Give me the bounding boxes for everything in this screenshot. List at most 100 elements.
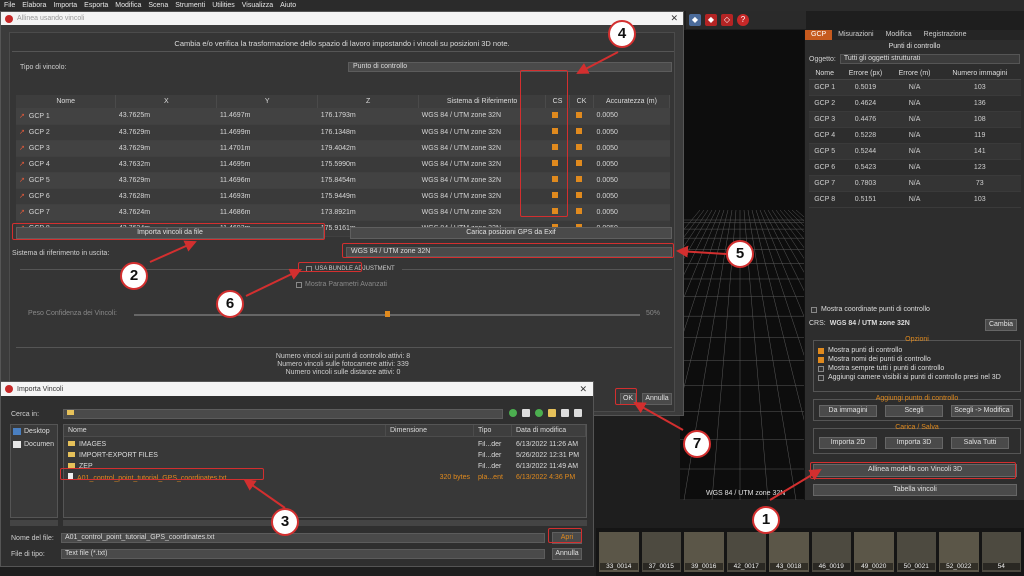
menu-scena[interactable]: Scena bbox=[148, 2, 168, 9]
advanced-params-checkbox[interactable]: Mostra Parametri Avanzati bbox=[296, 281, 387, 288]
load-gps-exif-button[interactable]: Carica posizioni GPS da Exif bbox=[350, 227, 672, 239]
checkbox-box[interactable] bbox=[818, 356, 824, 363]
weight-slider-handle[interactable] bbox=[385, 311, 390, 317]
ck-checkbox[interactable] bbox=[575, 160, 582, 166]
gcp-accuracy-cell[interactable]: 0.0050 bbox=[593, 172, 670, 189]
ck-checkbox[interactable] bbox=[575, 192, 582, 198]
cube-red-icon[interactable]: ◆ bbox=[705, 14, 717, 26]
filmstrip-thumbnail[interactable]: 39_0016 bbox=[684, 532, 724, 572]
column-header[interactable]: Numero immagini bbox=[938, 68, 1021, 80]
filmstrip-thumbnail[interactable]: 50_0021 bbox=[896, 532, 936, 572]
table-row[interactable]: GCP 8 0.5151 N/A 103 bbox=[809, 191, 1021, 208]
gcp-accuracy-cell[interactable]: 0.0050 bbox=[593, 188, 670, 205]
align-model-button[interactable]: Allinea modello con Vincoli 3D bbox=[813, 464, 1017, 477]
table-row[interactable]: ↗ GCP 4 43.7632m 11.4695m 175.5990m WGS 84 / … bbox=[16, 156, 670, 173]
cube-wire-icon[interactable]: ◇ bbox=[721, 14, 733, 26]
filmstrip-thumbnail[interactable]: 42_0017 bbox=[726, 532, 766, 572]
file-column-header[interactable]: Tipo bbox=[474, 425, 512, 436]
table-row[interactable]: GCP 4 0.5228 N/A 119 bbox=[809, 127, 1021, 144]
file-column-header[interactable]: Data di modifica bbox=[512, 425, 586, 436]
cs-checkbox[interactable] bbox=[551, 208, 558, 214]
folder-row[interactable]: ZEP Fil...der 6/13/2022 11:49 AM bbox=[64, 461, 586, 472]
checkbox-box[interactable] bbox=[811, 306, 817, 313]
table-row[interactable]: ↗ GCP 5 43.7629m 11.4696m 175.8454m WGS 84 / … bbox=[16, 172, 670, 189]
column-header[interactable]: Sistema di Riferimento bbox=[418, 95, 547, 108]
ck-checkbox[interactable] bbox=[575, 128, 582, 134]
tab-modifica[interactable]: Modifica bbox=[880, 30, 918, 40]
pick-edit-button[interactable]: Scegli -> Modifica bbox=[951, 405, 1013, 417]
back-icon[interactable] bbox=[509, 409, 517, 417]
folder-row[interactable]: IMAGES Fil...der 6/13/2022 11:26 AM bbox=[64, 439, 586, 450]
import-2d-button[interactable]: Importa 2D bbox=[819, 437, 877, 449]
filename-input[interactable]: A01_control_point_tutorial_GPS_coordinat… bbox=[61, 533, 545, 543]
tab-misurazioni[interactable]: Misurazioni bbox=[832, 30, 879, 40]
detail-view-icon[interactable] bbox=[574, 409, 582, 417]
column-header[interactable]: CK bbox=[569, 95, 594, 108]
list-view-icon[interactable] bbox=[561, 409, 569, 417]
file-list-scrollbar[interactable] bbox=[63, 520, 587, 526]
option-checkbox[interactable]: Mostra sempre tutti i punti di controllo bbox=[814, 364, 1020, 373]
menu-file[interactable]: File bbox=[4, 2, 15, 9]
checkbox-box[interactable] bbox=[818, 365, 824, 372]
table-row[interactable]: ↗ GCP 7 43.7624m 11.4686m 173.8921m WGS 84 / … bbox=[16, 204, 670, 221]
table-row[interactable]: GCP 5 0.5244 N/A 141 bbox=[809, 143, 1021, 160]
bundle-adjustment-checkbox[interactable]: USA BUNDLE ADJUSTMENT bbox=[306, 266, 395, 272]
ck-checkbox[interactable] bbox=[575, 144, 582, 150]
help-icon[interactable]: ? bbox=[737, 14, 749, 26]
tab-registrazione[interactable]: Registrazione bbox=[918, 30, 973, 40]
close-icon[interactable]: ✕ bbox=[579, 384, 587, 395]
save-all-button[interactable]: Salva Tutti bbox=[951, 437, 1009, 449]
gcp-accuracy-cell[interactable]: 0.0050 bbox=[593, 108, 670, 125]
filmstrip-thumbnail[interactable]: 43_0018 bbox=[769, 532, 809, 572]
cs-checkbox[interactable] bbox=[551, 160, 558, 166]
table-row[interactable]: GCP 3 0.4476 N/A 108 bbox=[809, 111, 1021, 128]
table-row[interactable]: GCP 1 0.5019 N/A 103 bbox=[809, 79, 1021, 96]
cancel-button[interactable]: Annulla bbox=[642, 393, 672, 405]
menu-elabora[interactable]: Elabora bbox=[22, 2, 46, 9]
menu-aiuto[interactable]: Aiuto bbox=[280, 2, 296, 9]
constraint-type-select[interactable]: Punto di controllo bbox=[348, 62, 672, 72]
cube-view-icon[interactable]: ◆ bbox=[689, 14, 701, 26]
column-header[interactable]: Z bbox=[317, 95, 420, 108]
places-scrollbar[interactable] bbox=[10, 520, 58, 526]
cs-checkbox[interactable] bbox=[551, 144, 558, 150]
folder-row[interactable]: IMPORT-EXPORT FILES Fil...der 5/26/2022 12… bbox=[64, 450, 586, 461]
column-header[interactable]: CS bbox=[545, 95, 571, 108]
table-row[interactable]: ↗ GCP 2 43.7629m 11.4699m 176.1348m WGS 84 / … bbox=[16, 124, 670, 141]
checkbox-box[interactable] bbox=[306, 266, 312, 272]
ck-checkbox[interactable] bbox=[575, 176, 582, 182]
column-header[interactable]: Nome bbox=[16, 95, 117, 108]
checkbox-box[interactable] bbox=[296, 281, 302, 288]
column-header[interactable]: Accuratezza (m) bbox=[593, 95, 670, 108]
cs-checkbox[interactable] bbox=[551, 128, 558, 134]
table-row[interactable]: GCP 7 0.7803 N/A 73 bbox=[809, 175, 1021, 192]
gcp-accuracy-cell[interactable]: 0.0050 bbox=[593, 156, 670, 173]
ok-button[interactable]: OK bbox=[620, 393, 636, 405]
filmstrip-thumbnail[interactable]: 54 bbox=[981, 532, 1021, 572]
open-button[interactable]: Apri bbox=[552, 532, 582, 544]
table-row[interactable]: GCP 6 0.5423 N/A 123 bbox=[809, 159, 1021, 176]
checkbox-box[interactable] bbox=[818, 374, 824, 381]
filmstrip-thumbnail[interactable]: 33_0014 bbox=[599, 532, 639, 572]
column-header[interactable]: Errore (m) bbox=[890, 68, 939, 80]
option-checkbox[interactable]: Mostra punti di controllo bbox=[814, 346, 1020, 355]
filetype-select[interactable]: Text file (*.txt) bbox=[61, 549, 545, 559]
column-header[interactable]: Errore (px) bbox=[840, 68, 891, 80]
option-checkbox[interactable]: Aggiungi camere visibili ai punti di con… bbox=[814, 373, 1020, 382]
table-row[interactable]: ↗ GCP 6 43.7628m 11.4693m 175.9449m WGS 84 / … bbox=[16, 188, 670, 205]
output-crs-select[interactable]: WGS 84 / UTM zone 32N bbox=[346, 247, 672, 257]
cs-checkbox[interactable] bbox=[551, 176, 558, 182]
crs-change-button[interactable]: Cambia bbox=[985, 319, 1017, 331]
import-cancel-button[interactable]: Annulla bbox=[552, 548, 582, 560]
forward-icon[interactable] bbox=[522, 409, 530, 417]
filmstrip-thumbnail[interactable]: 46_0019 bbox=[811, 532, 851, 572]
column-header[interactable]: Y bbox=[216, 95, 319, 108]
constraints-table-button[interactable]: Tabella vincoli bbox=[813, 484, 1017, 496]
checkbox-box[interactable] bbox=[818, 347, 824, 354]
gcp-accuracy-cell[interactable]: 0.0050 bbox=[593, 140, 670, 157]
table-row[interactable]: ↗ GCP 1 43.7625m 11.4697m 176.1793m WGS 84 / … bbox=[16, 108, 670, 125]
menu-utilities[interactable]: Utilities bbox=[212, 2, 235, 9]
menu-strumenti[interactable]: Strumenti bbox=[175, 2, 205, 9]
import-constraints-button[interactable]: Importa vincoli da file bbox=[16, 227, 324, 239]
pick-button[interactable]: Scegli bbox=[885, 405, 943, 417]
